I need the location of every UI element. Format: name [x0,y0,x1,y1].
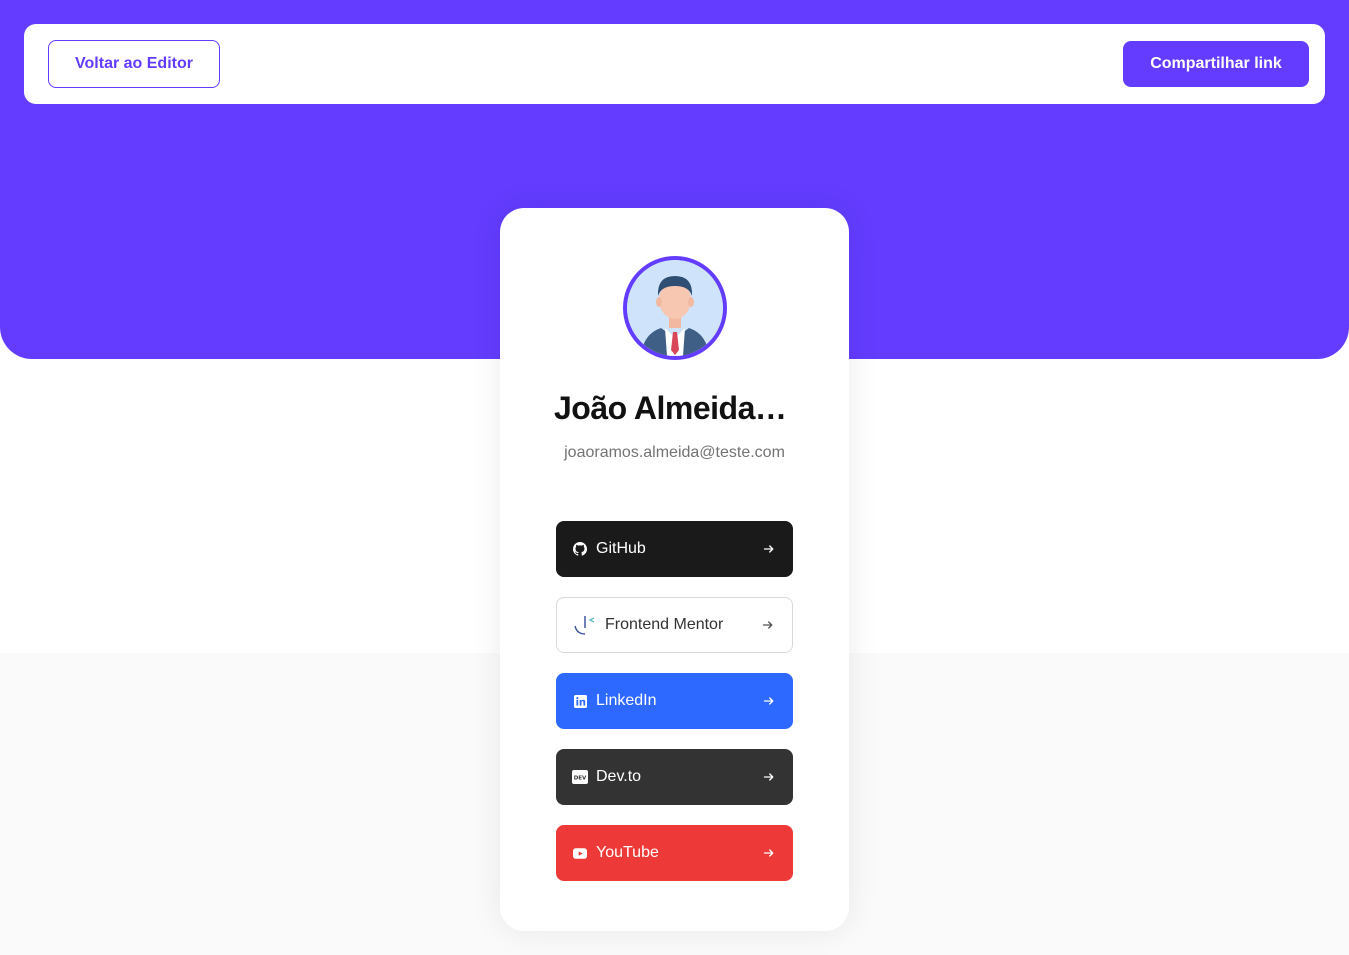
arrow-right-icon [761,541,777,557]
link-label: Frontend Mentor [605,616,724,633]
link-github[interactable]: GitHub [556,521,793,577]
link-frontend-mentor[interactable]: Frontend Mentor [556,597,793,653]
share-link-button[interactable]: Compartilhar link [1123,41,1309,87]
preview-page: Voltar ao Editor Compartilhar link João … [0,0,1349,955]
linkedin-icon [572,693,588,709]
arrow-right-icon [761,845,777,861]
back-to-editor-button[interactable]: Voltar ao Editor [48,40,220,88]
link-devto[interactable]: DEV Dev.to [556,749,793,805]
arrow-right-icon [761,693,777,709]
arrow-right-icon [761,769,777,785]
top-bar: Voltar ao Editor Compartilhar link [24,24,1325,104]
youtube-icon [572,845,588,861]
link-label: Dev.to [596,768,642,785]
link-label: YouTube [596,844,659,861]
github-icon [572,541,588,557]
profile-name: João Almeida Ramos [554,390,849,426]
avatar-illustration [627,260,723,356]
link-label: GitHub [596,540,646,557]
link-linkedin[interactable]: LinkedIn [556,673,793,729]
profile-card: João Almeida Ramos joaoramos.almeida@tes… [500,208,849,931]
devto-icon: DEV [572,769,588,785]
profile-email: joaoramos.almeida@teste.com [564,444,785,461]
arrow-right-icon [760,617,776,633]
frontend-mentor-icon [573,616,597,635]
avatar [623,256,727,360]
svg-text:DEV: DEV [574,776,587,782]
link-label: LinkedIn [596,692,657,709]
links-list: GitHub Frontend Mentor LinkedIn DEV Dev.… [556,521,793,901]
link-youtube[interactable]: YouTube [556,825,793,881]
